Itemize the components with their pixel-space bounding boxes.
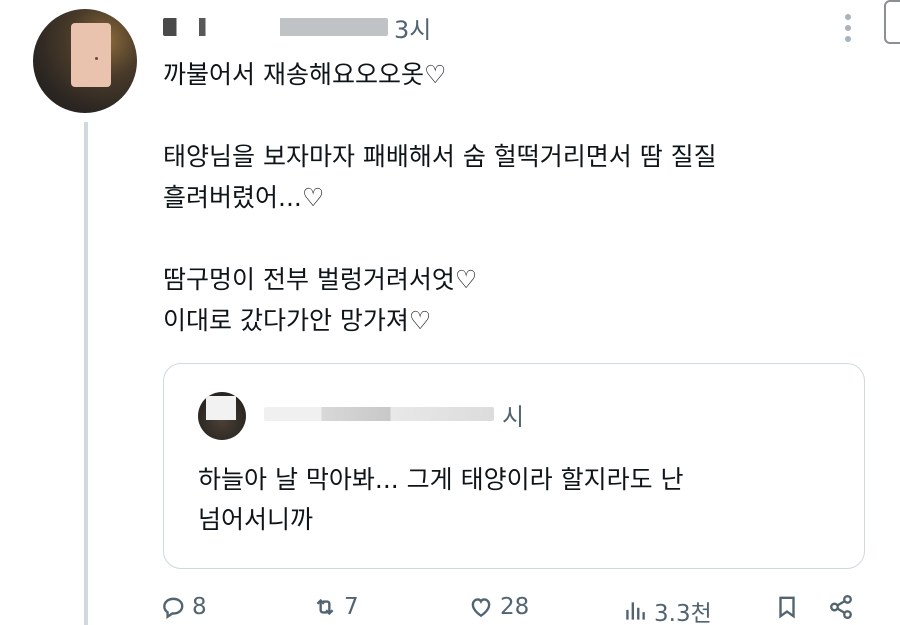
quoted-avatar-redaction: [206, 396, 236, 420]
avatar-detail: [95, 57, 98, 60]
quoted-time: 시: [502, 402, 525, 431]
tweet-line: 땀구멍이 전부 벌렁거려서엇♡: [163, 265, 478, 294]
thread-line: [84, 122, 88, 625]
tweet-line-gap: [163, 95, 853, 136]
tweet-line: 까불어서 재송해요오오옷♡: [163, 60, 447, 89]
heart-icon: [471, 598, 491, 618]
more-vertical-icon[interactable]: [839, 10, 857, 46]
views-icon: [626, 602, 645, 620]
like-count: 28: [500, 594, 530, 620]
views-count: 3.3천: [654, 601, 712, 625]
tweet-text: 까불어서 재송해요오오옷♡ 태양님을 보자마자 패배해서 숨 헐떡거리면서 땀 …: [163, 54, 853, 341]
repost-icon: [316, 598, 334, 616]
like-button[interactable]: 28: [468, 594, 529, 620]
reply-count: 8: [192, 594, 207, 620]
tweet-line: 흘려버렸어...♡: [163, 183, 325, 212]
quoted-header: 시: [264, 394, 524, 434]
quoted-line: 하늘아 날 막아봐... 그게 태양이라 할지라도 난: [198, 465, 684, 494]
bookmark-icon: [779, 596, 795, 619]
quoted-tweet-card[interactable]: 시 하늘아 날 막아봐... 그게 태양이라 할지라도 난 넘어서니까: [163, 363, 865, 569]
quoted-author-name-redacted: [264, 407, 494, 421]
quoted-avatar: [198, 392, 246, 440]
tweet-line: 태양님을 보자마자 패배해서 숨 헐떡거리면서 땀 질질: [163, 142, 717, 171]
avatar[interactable]: [33, 9, 137, 113]
tweet-header: 3시: [163, 10, 431, 45]
share-icon: [830, 594, 852, 620]
quoted-line: 넘어서니까: [198, 505, 314, 534]
tweet-line: 이대로 갔다가안 망가져♡: [163, 306, 432, 335]
bookmark-button[interactable]: [774, 594, 800, 620]
author-name-redacted[interactable]: [163, 18, 388, 36]
tweet-line-gap: [163, 218, 853, 259]
reply-icon: [163, 597, 184, 620]
avatar-redaction: [71, 23, 111, 87]
action-bar: 8 7 28 3.3천: [160, 594, 860, 625]
repost-count: 7: [344, 594, 359, 620]
repost-button[interactable]: 7: [312, 594, 359, 620]
share-button[interactable]: [828, 594, 854, 620]
views-button[interactable]: 3.3천: [622, 594, 712, 625]
quoted-text: 하늘아 날 막아봐... 그게 태양이라 할지라도 난 넘어서니까: [198, 460, 828, 540]
window-edge-frame: [884, 0, 900, 44]
tweet-time[interactable]: 3시: [394, 10, 431, 45]
tweet-page: 3시 까불어서 재송해요오오옷♡ 태양님을 보자마자 패배해서 숨 헐떡거리면서…: [0, 0, 900, 625]
reply-button[interactable]: 8: [160, 594, 207, 620]
